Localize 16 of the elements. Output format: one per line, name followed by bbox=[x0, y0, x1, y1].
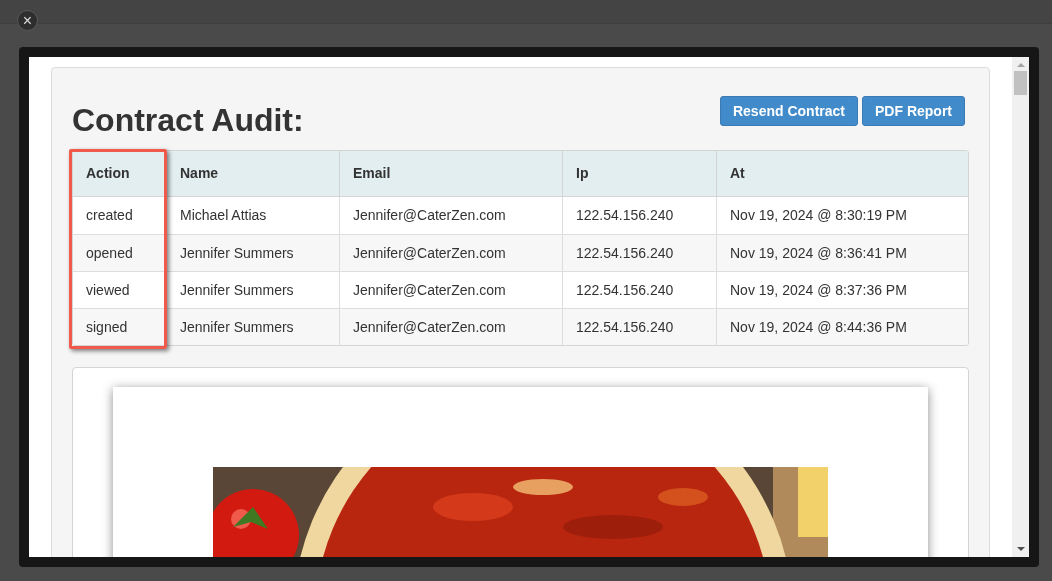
table-cell-text: viewed bbox=[85, 280, 131, 300]
column-header: Name bbox=[166, 151, 339, 196]
table-cell: Jennifer Summers bbox=[166, 309, 339, 345]
action-button[interactable]: Resend Contract bbox=[719, 96, 858, 126]
table-cell-text: created bbox=[85, 206, 134, 225]
table-cell: Nov 19, 2024 @ 8:44:36 PM bbox=[716, 309, 968, 345]
column-header: Email bbox=[339, 151, 562, 196]
table-cell: 122.54.156.240 bbox=[562, 309, 716, 345]
table-cell-text: signed bbox=[85, 317, 129, 337]
table-cell-text: opened bbox=[85, 243, 134, 263]
column-header: Action bbox=[85, 164, 131, 183]
action-button[interactable]: PDF Report bbox=[862, 96, 965, 126]
column-header: At bbox=[716, 151, 968, 196]
table-cell: Jennifer@CaterZen.com bbox=[339, 309, 562, 345]
column-header: Ip bbox=[562, 151, 716, 196]
page-title: Contract Audit: bbox=[72, 101, 304, 140]
